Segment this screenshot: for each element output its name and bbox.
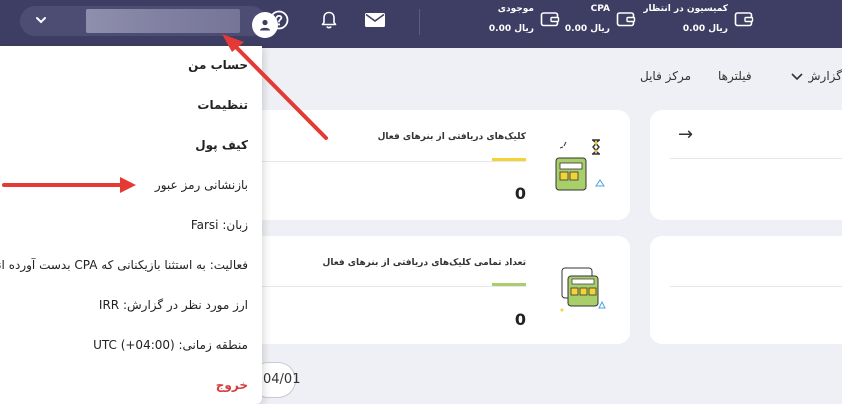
menu-item-report-currency[interactable]: ارز مورد نظر در گزارش: IRR [0,298,262,312]
user-dropdown-menu: حساب من تنظیمات کیف پول بازنشانی رمز عبو… [0,46,262,404]
topbar-separator [419,9,420,35]
wallet-pending-commission[interactable]: کمیسیون در انتظار ریال 0.00 [643,4,754,44]
wallet-icon [616,12,636,27]
top-bar: موجودی ریال 0.00 CPA ریال 0.00 کمیسیون د… [0,0,842,48]
subnav-file-center[interactable]: مرکز فایل [640,69,691,83]
menu-item-reset-password[interactable]: بازنشانی رمز عبور [0,178,262,192]
menu-item-settings[interactable]: تنظیمات [0,98,262,112]
subnav-filters[interactable]: فیلترها [718,69,752,83]
menu-item-language[interactable]: زبان: Farsi [0,218,262,232]
wallet-icon [734,12,754,27]
wallet-value: ریال 0.00 [682,24,728,34]
stat-card-all-banner-clicks: تعداد تمامی کلیک‌های دریافتی از بنرهای ف… [240,236,630,344]
stat-card-partial-bottom [650,236,842,344]
wallet-title: CPA [590,4,610,14]
user-name-redacted [86,9,240,33]
subnav-reports[interactable]: گزارش‌ها [808,69,842,83]
wallet-title: کمیسیون در انتظار [643,4,728,14]
stat-card-partial-top: → [650,110,842,220]
card-divider [670,158,842,159]
wallet-value: ریال 0.00 [564,24,610,34]
card-divider [260,161,526,162]
help-icon[interactable] [268,9,290,31]
chevron-down-icon[interactable] [790,71,804,83]
wallet-icon [540,12,560,27]
wallet-cpa[interactable]: CPA ریال 0.00 [560,4,636,44]
stat-card-active-banner-clicks: کلیک‌های دریافتی از بنرهای فعال 0 [240,110,630,220]
card-divider [670,286,842,287]
wallet-balance[interactable]: موجودی ریال 0.00 [480,4,560,44]
wallet-title: موجودی [497,4,534,14]
card-title: کلیک‌های دریافتی از بنرهای فعال [377,132,526,142]
card-divider [260,286,526,287]
card-value: 0 [514,310,526,329]
menu-item-my-account[interactable]: حساب من [0,58,262,72]
menu-item-logout[interactable]: خروج [0,378,262,392]
hourglass-banner-icon [555,139,605,191]
card-title: تعداد تمامی کلیک‌های دریافتی از بنرهای ف… [322,258,526,268]
user-menu-toggle[interactable] [20,6,278,38]
menu-item-timezone[interactable]: منطقه زمانی: (UTC (+04:00 [0,338,262,352]
arrow-right-icon[interactable]: → [678,124,693,145]
mail-icon[interactable] [364,9,386,31]
banner-stack-icon [560,267,606,312]
wallet-value: ریال 0.00 [488,24,534,34]
bell-icon[interactable] [318,9,340,31]
menu-item-wallet[interactable]: کیف پول [0,138,262,152]
card-value: 0 [514,184,526,203]
menu-item-activity[interactable]: فعالیت: به استثنا بازیکنانی که CPA بدست … [0,258,262,272]
chevron-down-icon[interactable] [34,13,48,27]
